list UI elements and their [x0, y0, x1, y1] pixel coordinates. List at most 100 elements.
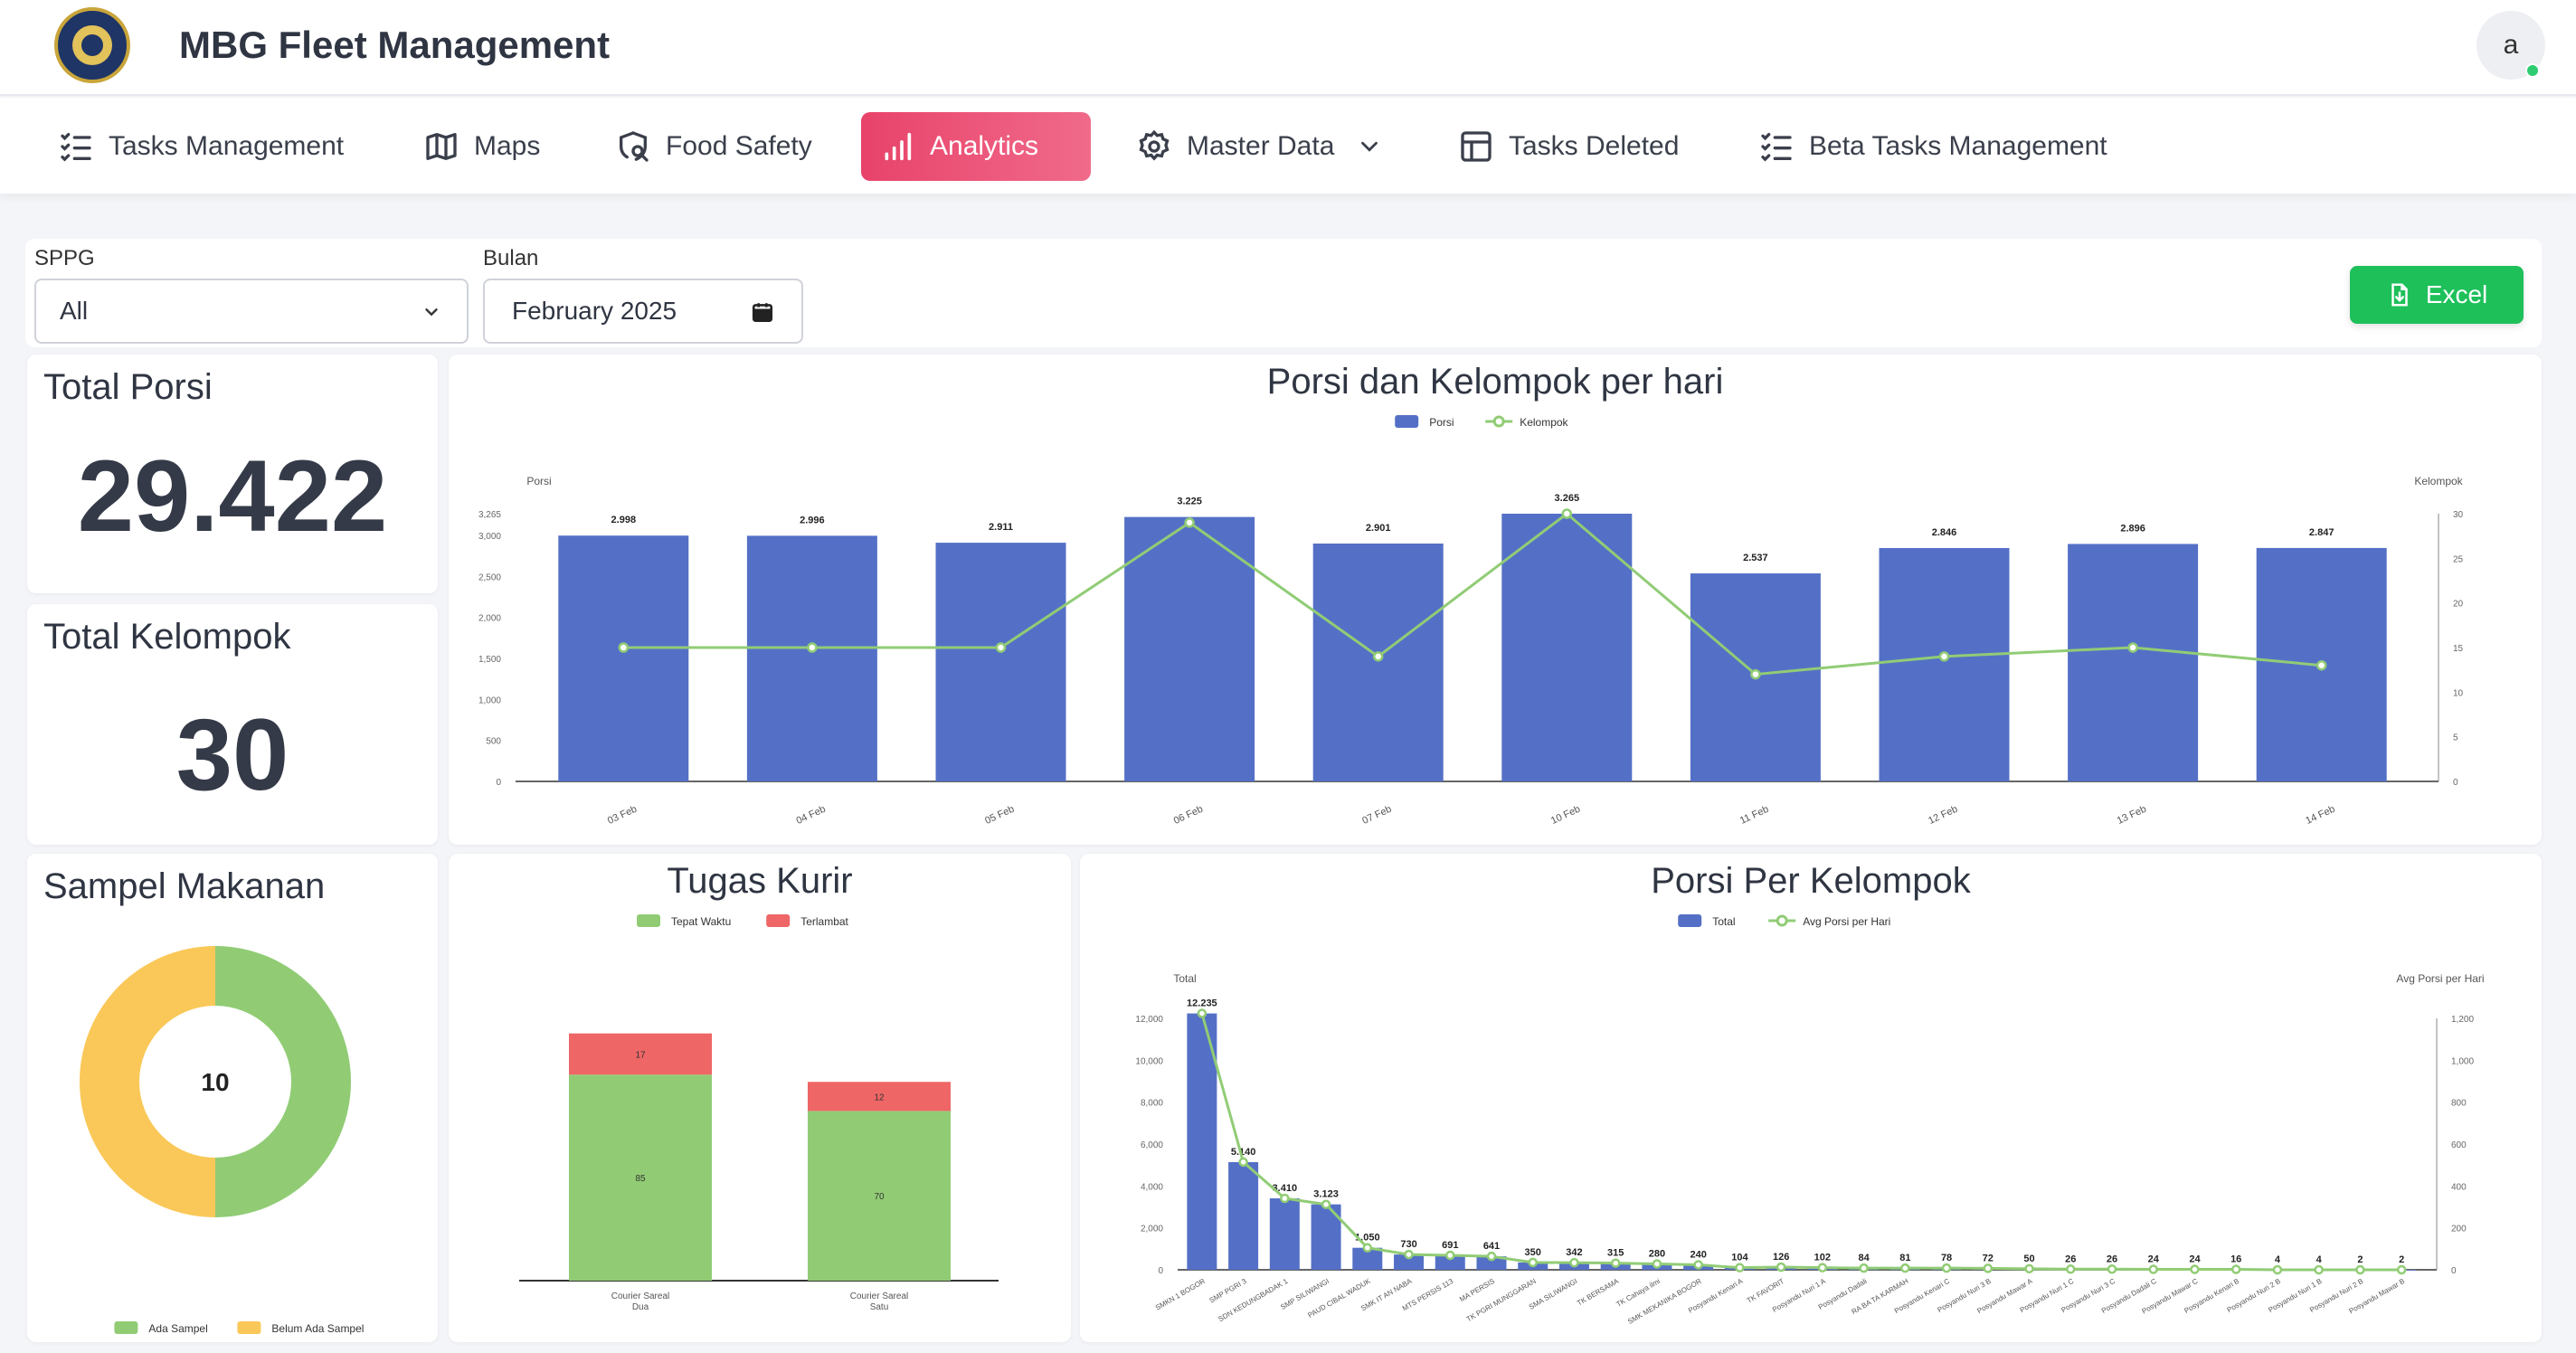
bar-value-label: 26 — [2065, 1254, 2076, 1264]
table-icon — [1461, 131, 1492, 162]
bar-value-label: 2.998 — [611, 515, 637, 525]
line-point — [1776, 1262, 1786, 1273]
legend-label: Porsi — [1429, 416, 1454, 429]
y2-tick-label: 1,200 — [2451, 1015, 2474, 1025]
y2-axis-title: Kelompok — [2414, 475, 2463, 487]
bar-chart-icon — [885, 132, 912, 161]
nav-label: Analytics — [930, 131, 1039, 161]
line-point — [1900, 1263, 1910, 1273]
line-point — [1750, 668, 1761, 680]
bar — [2068, 544, 2199, 781]
logo — [54, 7, 130, 83]
bar-value-label: 730 — [1400, 1239, 1416, 1250]
line-point — [2066, 1264, 2076, 1274]
bar-value-label: 50 — [2023, 1254, 2034, 1264]
total-porsi-card: Total Porsi 29.422 — [27, 355, 438, 593]
total-kelompok-value: 30 — [175, 698, 289, 811]
y2-tick-label: 10 — [2453, 688, 2464, 698]
nav-analytics[interactable]: Analytics — [861, 112, 1091, 181]
legend-swatch — [637, 914, 660, 927]
legend-line-marker — [1776, 914, 1788, 927]
line-point — [2024, 1263, 2034, 1274]
x-tick-label: 11 Feb — [1738, 804, 1770, 827]
porsi-per-kelompok-chart: Total Avg Porsi per Hari Total Avg Porsi pe… — [1135, 914, 2485, 1326]
tugas-kurir-card: Tugas Kurir Tepat Waktu Terlambat 85 17 Cour… — [449, 854, 1071, 1342]
bar-value-label: 4 — [2275, 1254, 2281, 1265]
bar-value-label: 2.847 — [2309, 527, 2334, 538]
nav-label: Food Safety — [666, 131, 812, 161]
x-tick-label: TK BERSAMA — [1576, 1277, 1621, 1308]
line-point — [1569, 1257, 1579, 1268]
bar-value-label: 4 — [2316, 1254, 2323, 1265]
bar-value-label: 2.846 — [1932, 527, 1957, 538]
line-point — [2127, 642, 2138, 653]
legend-label: Belum Ada Sampel — [271, 1322, 364, 1335]
app-title: MBG Fleet Management — [179, 24, 611, 66]
line-point — [1610, 1258, 1621, 1268]
legend-line-marker — [1492, 415, 1505, 428]
excel-export-button[interactable]: Excel — [2350, 266, 2524, 324]
bar — [1124, 516, 1255, 781]
legend-swatch — [766, 914, 791, 927]
bulan-month-input[interactable]: February 2025 — [483, 279, 803, 344]
sppg-select[interactable]: All — [34, 279, 469, 344]
bar-value-label: 81 — [1899, 1253, 1910, 1263]
bar-value-label: 70 — [874, 1192, 885, 1202]
y-tick-label: 1,500 — [478, 655, 501, 665]
chevron-down-icon — [1361, 141, 1378, 152]
x-tick-label: SMKN 1 BOGOR — [1154, 1277, 1207, 1312]
bar-value-label: 78 — [1941, 1253, 1952, 1263]
x-tick-label: Satu — [870, 1302, 889, 1312]
y2-tick-label: 400 — [2451, 1182, 2467, 1192]
sampel-makanan-donut-chart: 10 Ada Sampel Belum Ada Sampel — [80, 946, 364, 1335]
y2-tick-label: 25 — [2453, 554, 2464, 564]
y2-tick-label: 0 — [2453, 778, 2458, 788]
map-icon — [426, 133, 457, 160]
total-porsi-label: Total Porsi — [43, 367, 213, 407]
nav-label: Maps — [474, 131, 541, 161]
line-point — [1938, 651, 1950, 662]
nav-master-data[interactable]: Master Data — [1118, 112, 1401, 181]
y2-tick-label: 200 — [2451, 1225, 2467, 1235]
line-point — [2272, 1264, 2283, 1275]
porsi-kelompok-per-hari-chart: Porsi Kelompok Porsi Kelompok 0 500 1,000 1,500… — [478, 415, 2464, 827]
bar-value-label: 12 — [874, 1093, 885, 1102]
y2-tick-label: 5 — [2453, 733, 2458, 743]
donut-slice — [80, 946, 215, 1217]
line-point — [2230, 1264, 2241, 1274]
line-point — [2190, 1264, 2200, 1274]
nav-tasks-deleted[interactable]: Tasks Deleted — [1440, 112, 1697, 181]
y-tick-label: 12,000 — [1135, 1015, 1163, 1025]
legend-swatch — [1395, 415, 1419, 428]
main-nav: Tasks Management Maps Food Safety Analyt… — [0, 98, 2576, 194]
total-kelompok-card: Total Kelompok 30 — [27, 604, 438, 845]
bulan-value: February 2025 — [512, 297, 677, 325]
bar — [1269, 1198, 1300, 1270]
y-tick-label: 3,000 — [478, 532, 501, 542]
line-point — [1486, 1251, 1497, 1262]
line-point — [1693, 1260, 1703, 1270]
x-tick-label: 10 Feb — [1549, 804, 1582, 827]
nav-beta-tasks-management[interactable]: Beta Tasks Management — [1740, 112, 2126, 181]
nav-label: Tasks Management — [109, 131, 345, 161]
donut-slice — [215, 946, 351, 1217]
y-tick-label: 8,000 — [1141, 1099, 1163, 1109]
y2-tick-label: 15 — [2453, 644, 2464, 654]
x-tick-label: 03 Feb — [606, 804, 639, 827]
legend-label: Kelompok — [1520, 416, 1568, 429]
calendar-icon[interactable] — [751, 300, 774, 324]
sppg-select-value: All — [60, 297, 89, 325]
nav-maps[interactable]: Maps — [405, 112, 558, 181]
y2-tick-label: 600 — [2451, 1140, 2467, 1150]
y2-tick-label: 800 — [2451, 1099, 2467, 1109]
bar-value-label: 12.235 — [1187, 998, 1217, 1009]
bar-value-label: 2.996 — [800, 515, 825, 525]
bar — [1312, 543, 1444, 781]
nav-tasks-management[interactable]: Tasks Management — [40, 112, 362, 181]
gear-icon — [1139, 129, 1170, 161]
online-status-dot — [2525, 63, 2540, 78]
bar-value-label: 26 — [2107, 1254, 2117, 1264]
nav-food-safety[interactable]: Food Safety — [597, 112, 830, 181]
kelompok-line — [623, 512, 2322, 676]
x-tick-label: 14 Feb — [2304, 804, 2336, 827]
